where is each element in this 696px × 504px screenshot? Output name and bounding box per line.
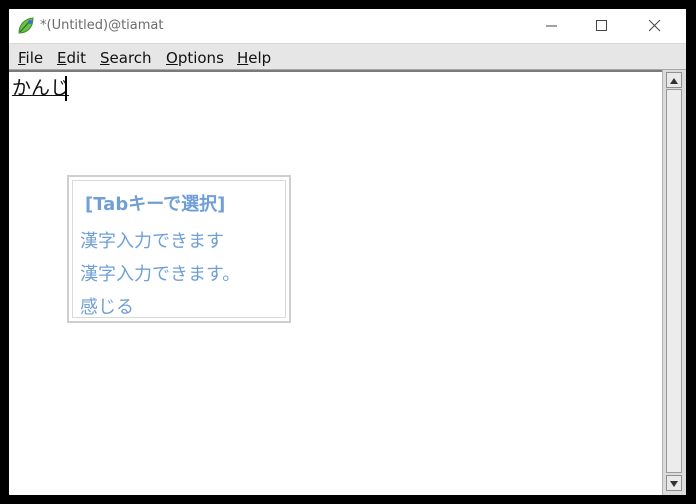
candidate-item[interactable]: 漢字入力できます <box>80 227 224 253</box>
app-window: *(Untitled)@tiamat File Edit Search Opti… <box>9 9 686 495</box>
preedit-text: かんじ <box>12 77 70 99</box>
maximize-icon <box>596 20 607 31</box>
menu-edit[interactable]: Edit <box>57 49 86 67</box>
leaf-icon <box>17 17 35 35</box>
menu-search[interactable]: Search <box>100 49 152 67</box>
text-caret <box>65 76 67 101</box>
menu-options[interactable]: Options <box>166 49 224 67</box>
scroll-down-button[interactable] <box>666 475 682 491</box>
scroll-up-button[interactable] <box>666 72 682 88</box>
title-bar[interactable]: *(Untitled)@tiamat <box>9 9 686 43</box>
scroll-thumb[interactable] <box>666 89 682 473</box>
vertical-scrollbar[interactable] <box>662 70 686 495</box>
close-button[interactable] <box>632 9 678 43</box>
minimize-icon <box>546 25 557 27</box>
menu-bar: File Edit Search Options Help <box>9 43 686 70</box>
candidate-list: [Tabキーで選択] 漢字入力できます 漢字入力できます。 感じる <box>72 180 286 318</box>
candidate-item[interactable]: 漢字入力できます。 <box>80 260 240 286</box>
candidate-item[interactable]: 感じる <box>80 293 134 319</box>
minimize-button[interactable] <box>529 9 575 43</box>
text-editor[interactable]: かんじ [Tabキーで選択] 漢字入力できます 漢字入力できます。 感じる <box>9 70 662 495</box>
ime-candidate-popup: [Tabキーで選択] 漢字入力できます 漢字入力できます。 感じる <box>67 175 291 323</box>
maximize-button[interactable] <box>579 9 625 43</box>
candidate-header: [Tabキーで選択] <box>85 194 226 215</box>
arrow-up-icon <box>670 78 678 84</box>
window-title: *(Untitled)@tiamat <box>40 18 164 33</box>
arrow-down-icon <box>670 481 678 487</box>
menu-help[interactable]: Help <box>237 49 271 67</box>
menu-file[interactable]: File <box>18 49 43 67</box>
close-icon <box>649 20 661 32</box>
